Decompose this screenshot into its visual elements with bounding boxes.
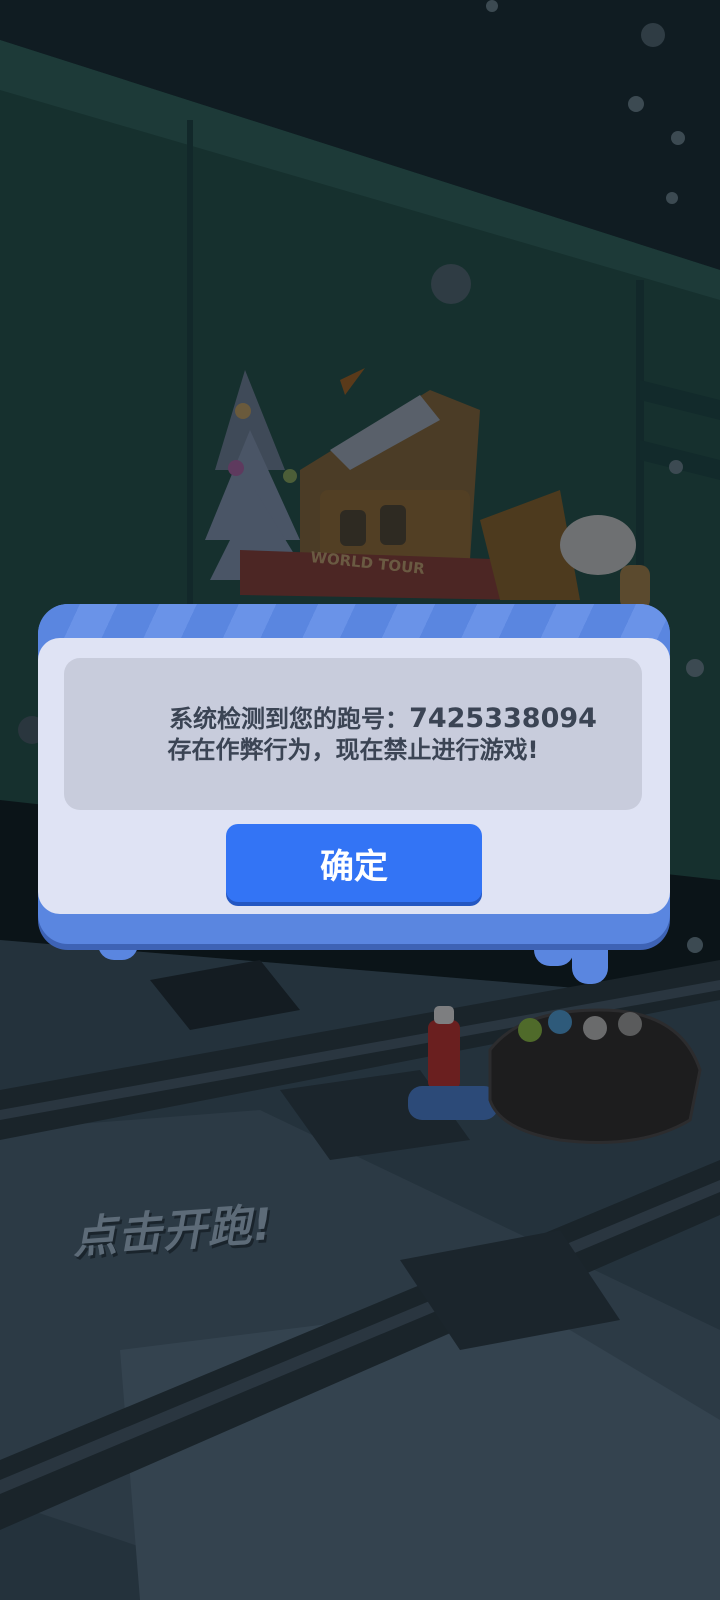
confirm-button[interactable]: 确定: [226, 824, 482, 902]
message-line-2: 存在作弊行为，现在禁止进行游戏!: [167, 735, 539, 764]
message-line-1: 系统检测到您的跑号：7425338094: [169, 703, 597, 735]
dialog-frame: 系统检测到您的跑号：7425338094 存在作弊行为，现在禁止进行游戏! 确定: [38, 604, 670, 944]
message-box: 系统检测到您的跑号：7425338094 存在作弊行为，现在禁止进行游戏!: [64, 658, 642, 810]
dialog-body: 系统检测到您的跑号：7425338094 存在作弊行为，现在禁止进行游戏! 确定: [38, 638, 670, 914]
message-prefix: 系统检测到您的跑号：: [169, 704, 410, 733]
anti-cheat-dialog: 系统检测到您的跑号：7425338094 存在作弊行为，现在禁止进行游戏! 确定: [38, 604, 670, 984]
duffel-bag-icon: [488, 1008, 702, 1144]
runner-id: 7425338094: [409, 702, 597, 734]
